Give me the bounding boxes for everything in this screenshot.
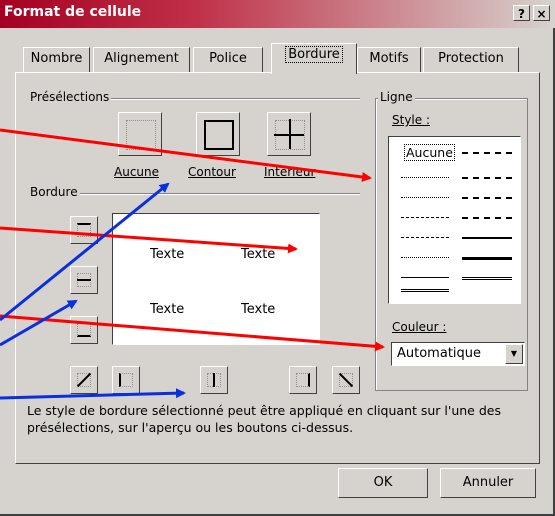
help-button[interactable]: ?	[513, 5, 530, 21]
tab-label: Nombre	[30, 51, 83, 66]
border-left-button[interactable]	[112, 366, 140, 394]
line-style-option[interactable]	[462, 177, 512, 179]
preview-text: Texte	[241, 302, 276, 317]
ok-button[interactable]: OK	[338, 468, 428, 498]
preset-outline-icon	[204, 120, 234, 150]
close-button[interactable]: ×	[533, 5, 550, 21]
color-select-value: Automatique	[397, 346, 482, 361]
tab-label: Motifs	[369, 51, 409, 66]
line-style-option[interactable]	[462, 277, 512, 280]
line-style-option[interactable]	[401, 217, 449, 218]
line-style-option[interactable]	[462, 217, 512, 219]
line-style-option[interactable]	[401, 257, 449, 258]
tab-alignement[interactable]: Alignement	[93, 47, 190, 73]
tab-label: Police	[209, 51, 247, 66]
preset-inside-icon	[274, 119, 305, 150]
border-middle-horizontal-button[interactable]	[70, 266, 98, 294]
border-diagonal-up-button[interactable]	[70, 366, 98, 394]
preset-outline-button[interactable]	[196, 112, 240, 156]
line-style-option[interactable]	[401, 277, 449, 278]
tab-label: Bordure	[285, 46, 343, 63]
border-bottom-button[interactable]	[70, 316, 98, 344]
line-style-picker[interactable]: Aucune	[388, 136, 521, 304]
border-right-button[interactable]	[289, 366, 317, 394]
border-diagonal-down-button[interactable]	[332, 366, 360, 394]
color-select[interactable]: Automatique ▼	[391, 342, 525, 366]
line-style-option[interactable]	[462, 197, 512, 199]
preview-text: Texte	[150, 302, 185, 317]
title-bar: Format de cellule ? ×	[0, 0, 555, 28]
line-style-option[interactable]	[401, 237, 449, 238]
line-style-option[interactable]	[401, 177, 449, 178]
preview-text: Texte	[241, 247, 276, 262]
preset-none-label: Aucune	[114, 165, 160, 179]
line-style-none[interactable]: Aucune	[404, 144, 455, 161]
tab-label: Protection	[438, 51, 504, 66]
tab-label: Alignement	[104, 51, 179, 66]
preset-inside-label: Intérieur	[264, 165, 316, 179]
preset-inside-button[interactable]	[267, 112, 311, 156]
preset-outline-label: Contour	[188, 165, 236, 179]
preset-none-icon	[126, 120, 156, 150]
border-preview[interactable]: Texte Texte Texte Texte	[112, 213, 320, 345]
tab-motifs[interactable]: Motifs	[357, 47, 421, 73]
style-label: Style :	[392, 113, 430, 127]
tab-police[interactable]: Police	[193, 47, 263, 73]
info-text: Le style de bordure sélectionné peut êtr…	[27, 403, 501, 435]
line-style-option[interactable]	[462, 152, 512, 154]
line-style-option[interactable]	[462, 237, 512, 239]
tab-nombre[interactable]: Nombre	[23, 47, 90, 73]
border-middle-vertical-button[interactable]	[200, 366, 228, 394]
presets-group-label: Présélections	[28, 90, 112, 104]
border-top-button[interactable]	[70, 216, 98, 244]
format-cells-dialog: Format de cellule ? × Nombre Alignement …	[0, 0, 555, 516]
color-label: Couleur :	[392, 320, 447, 334]
border-group-label: Bordure	[28, 185, 80, 199]
chevron-down-icon[interactable]: ▼	[505, 344, 523, 364]
preset-none-button[interactable]	[118, 112, 162, 156]
line-style-option[interactable]	[462, 257, 512, 260]
line-style-option[interactable]	[401, 197, 449, 198]
window-title: Format de cellule	[4, 4, 142, 20]
tab-protection[interactable]: Protection	[423, 47, 519, 73]
tab-bordure[interactable]: Bordure	[271, 43, 357, 74]
line-group-label: Ligne	[378, 90, 415, 104]
line-style-option[interactable]	[401, 289, 449, 292]
cancel-button[interactable]: Annuler	[440, 468, 536, 498]
preview-text: Texte	[150, 247, 185, 262]
